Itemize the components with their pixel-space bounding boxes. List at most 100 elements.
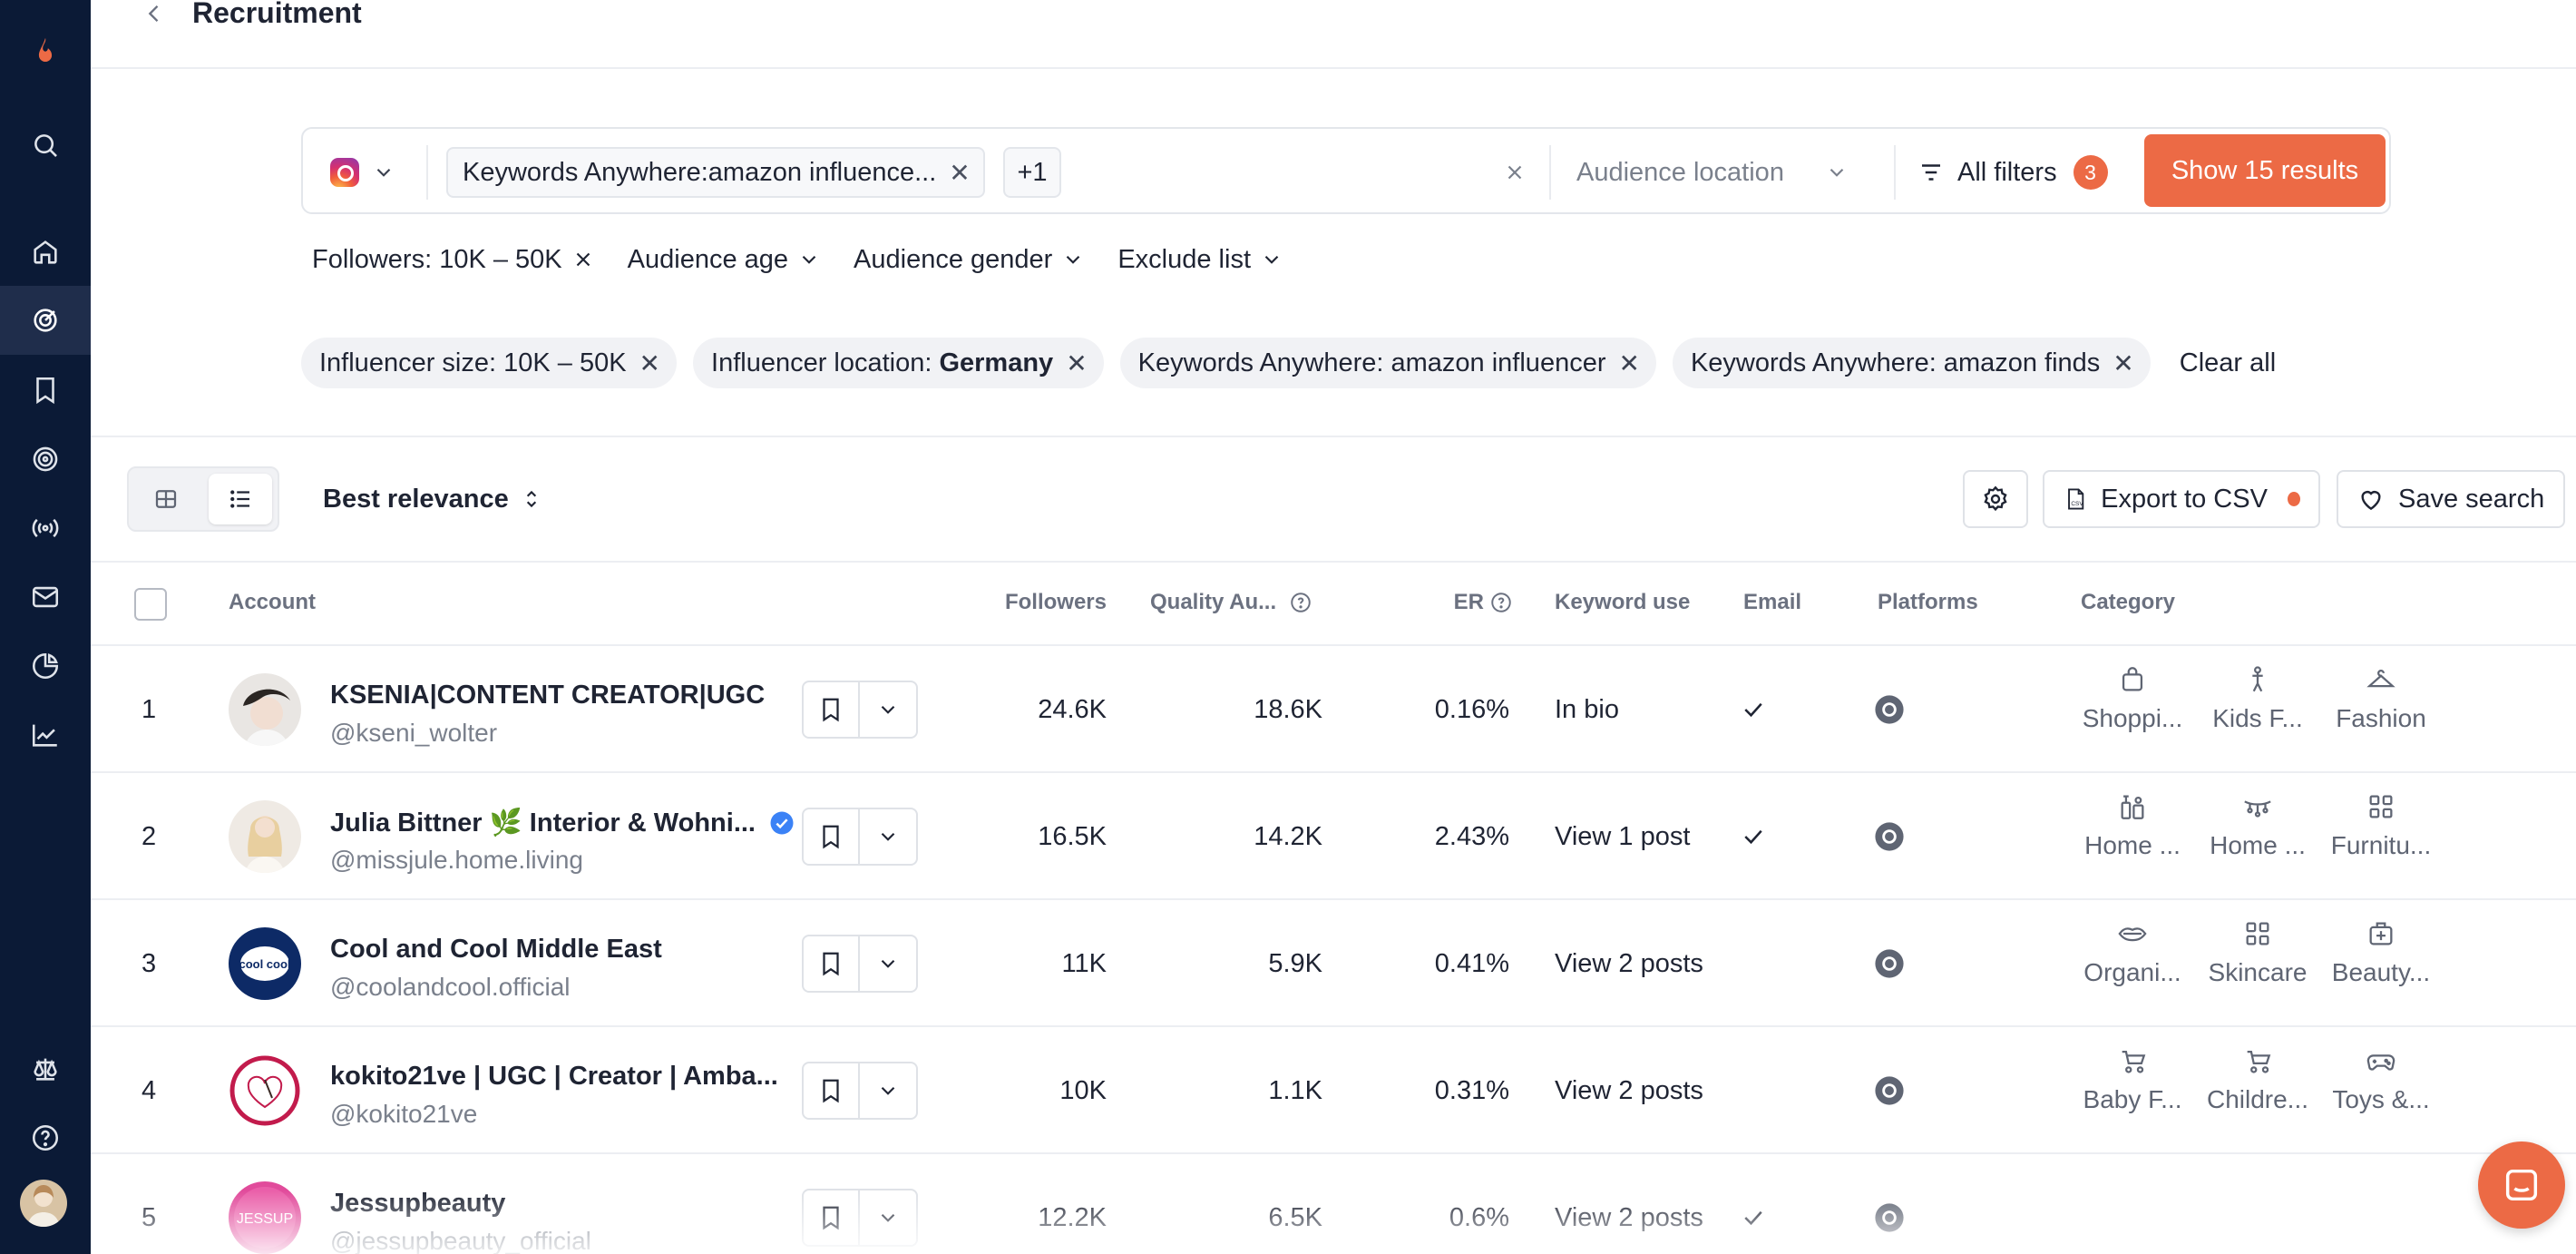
bookmark-button[interactable]	[804, 1190, 860, 1245]
table-row[interactable]: 3 cool cool Cool and Cool Middle East @c…	[91, 898, 2576, 1025]
bookmark-icon[interactable]	[0, 356, 91, 425]
instagram-platform-icon[interactable]	[1874, 773, 1905, 900]
remove-chip-icon[interactable]: ✕	[1618, 348, 1639, 378]
search-icon[interactable]	[0, 111, 91, 180]
bookmark-button[interactable]	[804, 1063, 860, 1118]
chat-support-button[interactable]	[2478, 1141, 2565, 1229]
list-dropdown-button[interactable]	[860, 1063, 916, 1118]
table-row[interactable]: 5 JESSUP Jessupbeauty @jessupbeauty_offi…	[91, 1152, 2576, 1254]
all-filters-label: All filters	[1957, 157, 2057, 187]
keyword-use-value[interactable]: View 2 posts	[1555, 1027, 1703, 1154]
instagram-platform-icon[interactable]	[1874, 1027, 1905, 1154]
col-followers[interactable]: Followers	[961, 590, 1107, 615]
save-search-button[interactable]: Save search	[2337, 470, 2565, 528]
avatar[interactable]	[229, 800, 301, 873]
close-icon[interactable]	[571, 248, 595, 271]
instagram-platform-icon[interactable]	[1874, 900, 1905, 1027]
col-quality[interactable]: Quality Au...	[1150, 590, 1312, 615]
stroller-icon	[2247, 1050, 2271, 1073]
instagram-platform-icon[interactable]	[1874, 1154, 1905, 1254]
account-name[interactable]: Cool and Cool Middle East	[330, 935, 662, 965]
all-filters-button[interactable]: All filters 3	[1917, 151, 2108, 194]
active-filter-chip[interactable]: Keywords Anywhere: amazon influencer ✕	[1119, 338, 1656, 388]
platform-select[interactable]	[330, 156, 412, 189]
followers-filter[interactable]: Followers: 10K – 50K	[312, 245, 595, 275]
avatar[interactable]	[229, 673, 301, 746]
clear-search-icon[interactable]	[1493, 151, 1537, 194]
show-results-button[interactable]: Show 15 results	[2144, 134, 2386, 207]
page-title: Recruitment	[192, 0, 362, 29]
export-csv-button[interactable]: CSV Export to CSV	[2043, 470, 2320, 528]
active-filter-chip[interactable]: Influencer size: 10K – 50K ✕	[301, 338, 678, 388]
list-dropdown-button[interactable]	[860, 1190, 916, 1245]
avatar[interactable]: JESSUP	[229, 1181, 301, 1254]
account-name-text: Cool and Cool Middle East	[330, 935, 662, 964]
avatar[interactable]: cool cool	[229, 927, 301, 1000]
account-name[interactable]: kokito21ve | UGC | Creator | Amba...	[330, 1062, 778, 1092]
category-item: Shoppi...	[2073, 664, 2191, 733]
col-keyword-use[interactable]: Keyword use	[1555, 590, 1690, 615]
list-dropdown-button[interactable]	[860, 936, 916, 991]
audience-location-select[interactable]: Audience location	[1576, 152, 1849, 192]
clear-all-link[interactable]: Clear all	[2180, 348, 2276, 378]
sort-select[interactable]: Best relevance	[323, 479, 543, 519]
bookmark-button[interactable]	[804, 809, 860, 864]
trending-chart-icon[interactable]	[0, 700, 91, 769]
user-avatar[interactable]	[20, 1180, 67, 1227]
col-email[interactable]: Email	[1743, 590, 1801, 615]
pie-chart-icon[interactable]	[0, 632, 91, 700]
bookmark-button[interactable]	[804, 682, 860, 737]
instagram-platform-icon[interactable]	[1874, 646, 1905, 773]
bookmark-button[interactable]	[804, 936, 860, 991]
back-chevron-icon[interactable]	[141, 0, 167, 27]
category-label: Skincare	[2208, 958, 2308, 986]
select-all-checkbox[interactable]	[134, 588, 167, 621]
col-er[interactable]: ER	[1379, 590, 1513, 615]
grid-view-icon[interactable]	[134, 474, 198, 524]
more-keywords-chip[interactable]: +1	[1003, 147, 1061, 198]
category-item: Beauty...	[2322, 918, 2440, 987]
account-name[interactable]: Julia Bittner 🌿 Interior & Wohni...	[330, 808, 795, 838]
keyword-use-value[interactable]: View 1 post	[1555, 773, 1690, 900]
remove-chip-icon[interactable]: ✕	[1066, 348, 1087, 378]
account-name[interactable]: KSENIA|CONTENT CREATOR|UGC	[330, 681, 765, 710]
audience-age-dropdown[interactable]: Audience age	[628, 245, 821, 275]
info-icon[interactable]	[1289, 591, 1312, 614]
col-category[interactable]: Category	[2081, 590, 2175, 615]
keyword-chip[interactable]: Keywords Anywhere:amazon influence... ✕	[446, 147, 985, 198]
discover-target-icon[interactable]	[0, 286, 91, 355]
help-icon[interactable]	[0, 1103, 91, 1172]
campaign-target-icon[interactable]	[0, 425, 91, 494]
active-filter-chip[interactable]: Keywords Anywhere: amazon finds ✕	[1672, 338, 2151, 388]
table-row[interactable]: 1 KSENIA|CONTENT CREATOR|UGC @kseni_wolt…	[91, 644, 2576, 771]
remove-chip-icon[interactable]: ✕	[2113, 348, 2133, 378]
broadcast-icon[interactable]	[0, 494, 91, 563]
remove-chip-icon[interactable]: ✕	[949, 158, 970, 188]
keyword-use-value[interactable]: View 2 posts	[1555, 1154, 1703, 1254]
col-account[interactable]: Account	[229, 590, 316, 615]
save-search-label: Save search	[2398, 484, 2545, 514]
col-platforms[interactable]: Platforms	[1878, 590, 1978, 615]
exclude-list-dropdown[interactable]: Exclude list	[1117, 245, 1283, 275]
scale-icon[interactable]	[0, 1034, 91, 1103]
table-row[interactable]: 2 Julia Bittner 🌿 Interior & Wohni... @m…	[91, 771, 2576, 898]
list-dropdown-button[interactable]	[860, 809, 916, 864]
keyword-use-value[interactable]: View 2 posts	[1555, 900, 1703, 1027]
settings-button[interactable]	[1963, 470, 2028, 528]
avatar[interactable]	[229, 1054, 301, 1127]
category-label: Organi...	[2083, 958, 2181, 986]
active-filter-chip[interactable]: Influencer location: Germany ✕	[693, 338, 1104, 388]
logo-flame-icon[interactable]	[0, 16, 91, 85]
table-row[interactable]: 4 kokito21ve | UGC | Creator | Amba... @…	[91, 1025, 2576, 1152]
list-view-icon[interactable]	[209, 474, 272, 524]
chevron-down-icon	[881, 832, 895, 841]
info-icon[interactable]	[1489, 591, 1513, 614]
mail-icon[interactable]	[0, 563, 91, 632]
remove-chip-icon[interactable]: ✕	[639, 348, 660, 378]
home-icon[interactable]	[0, 218, 91, 287]
audience-gender-dropdown[interactable]: Audience gender	[854, 245, 1085, 275]
avatar-logo-text: JESSUP	[237, 1211, 293, 1227]
avatar-logo-text: cool cool	[239, 957, 290, 971]
account-name[interactable]: Jessupbeauty	[330, 1189, 505, 1219]
list-dropdown-button[interactable]	[860, 682, 916, 737]
